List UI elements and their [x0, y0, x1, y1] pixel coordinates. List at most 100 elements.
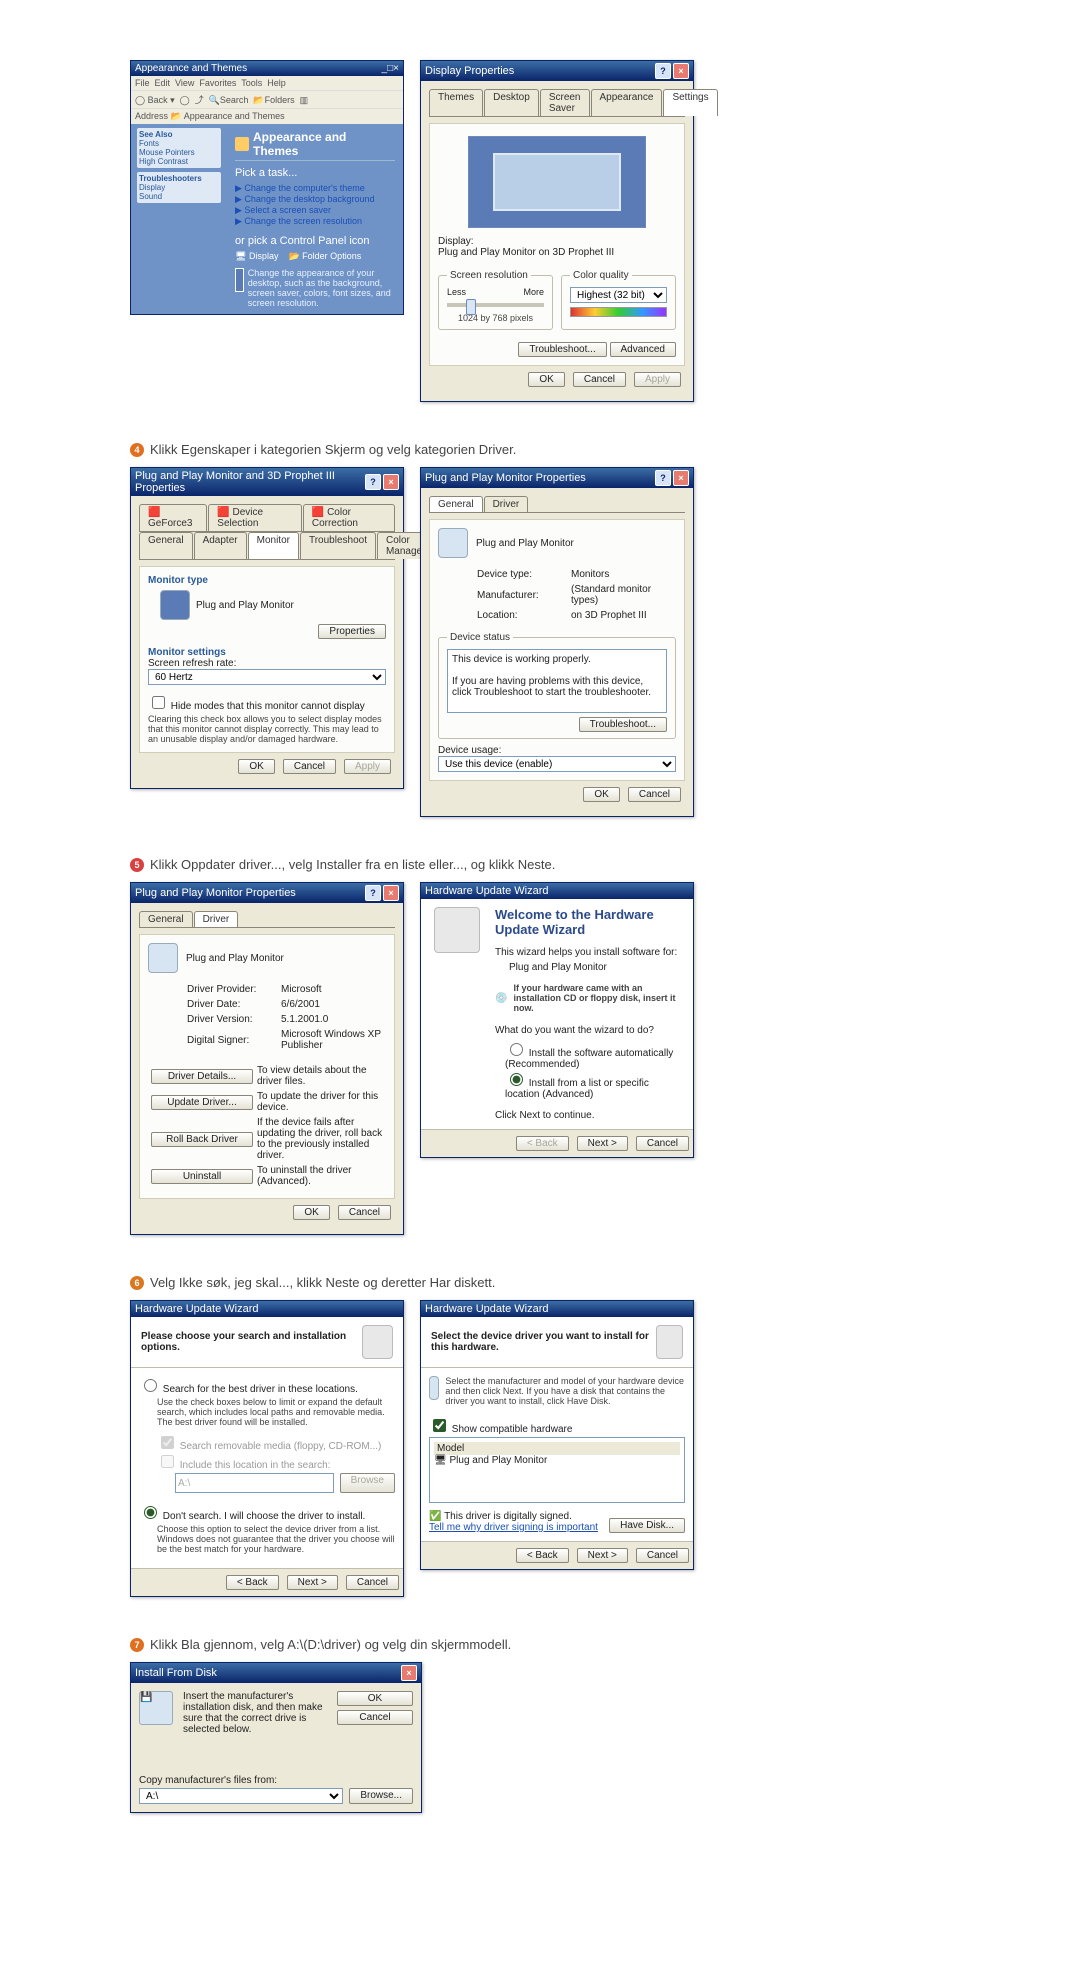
- update-driver-button[interactable]: Update Driver...: [151, 1095, 253, 1110]
- display-value: Plug and Play Monitor on 3D Prophet III: [438, 247, 676, 258]
- radio-search[interactable]: [144, 1379, 157, 1392]
- radio-dontsearch[interactable]: [144, 1506, 157, 1519]
- cp-display[interactable]: 🖥 Display: [235, 251, 278, 262]
- next-button[interactable]: Next >: [287, 1575, 338, 1590]
- uninstall-button[interactable]: Uninstall: [151, 1169, 253, 1184]
- show-compatible-checkbox[interactable]: [433, 1419, 446, 1432]
- ok-button[interactable]: OK: [337, 1691, 413, 1706]
- cancel-button[interactable]: Cancel: [337, 1710, 413, 1725]
- back-button[interactable]: < Back: [226, 1575, 279, 1590]
- next-button[interactable]: Next >: [577, 1136, 628, 1151]
- explorer-titlebar: Appearance and Themes _□×: [131, 61, 403, 76]
- resolution-slider[interactable]: [447, 303, 544, 307]
- color-quality-select[interactable]: Highest (32 bit): [570, 287, 667, 303]
- tab-themes[interactable]: Themes: [429, 89, 483, 116]
- tab-troubleshoot[interactable]: Troubleshoot: [300, 532, 376, 559]
- wiz2-head: Please choose your search and installati…: [141, 1331, 362, 1353]
- cancel-button[interactable]: Cancel: [636, 1136, 689, 1151]
- hardware-wizard-select: Hardware Update Wizard Select the device…: [420, 1300, 694, 1570]
- tab-adapter[interactable]: Adapter: [194, 532, 247, 559]
- cancel-button[interactable]: Cancel: [338, 1205, 391, 1220]
- troubleshoot-button[interactable]: Troubleshoot...: [518, 342, 606, 357]
- help-icon[interactable]: ?: [655, 470, 671, 486]
- close-icon[interactable]: ×: [673, 470, 689, 486]
- explorer-sidepane: See AlsoFontsMouse PointersHigh Contrast…: [131, 124, 227, 314]
- tab-geforce3[interactable]: 🟥 GeForce3: [139, 504, 207, 531]
- ok-button[interactable]: OK: [583, 787, 619, 802]
- tab-general[interactable]: General: [139, 532, 193, 559]
- tab-colorcorr[interactable]: 🟥 Color Correction: [303, 504, 395, 531]
- browse-button: Browse: [340, 1473, 395, 1493]
- wizard-cd-text: If your hardware came with an installati…: [513, 983, 685, 1013]
- cp-folder-options[interactable]: 📂 Folder Options: [288, 251, 361, 262]
- ok-button[interactable]: OK: [528, 372, 564, 387]
- copy-path-select[interactable]: A:\: [139, 1788, 343, 1804]
- back-button[interactable]: < Back: [516, 1548, 569, 1563]
- help-icon[interactable]: ?: [365, 885, 381, 901]
- chk-removable: [161, 1436, 174, 1449]
- monitorsettings-label: Monitor settings: [148, 647, 386, 658]
- cancel-button[interactable]: Cancel: [283, 759, 336, 774]
- monitor-icon: [160, 590, 190, 620]
- tab-general[interactable]: General: [139, 911, 193, 927]
- rollback-driver-button[interactable]: Roll Back Driver: [151, 1132, 253, 1147]
- tab-screensaver[interactable]: Screen Saver: [540, 89, 590, 116]
- cancel-button[interactable]: Cancel: [346, 1575, 399, 1590]
- ok-button[interactable]: OK: [238, 759, 274, 774]
- tab-devsel[interactable]: 🟥 Device Selection: [208, 504, 302, 531]
- close-icon[interactable]: ×: [383, 885, 399, 901]
- cancel-button[interactable]: Cancel: [636, 1548, 689, 1563]
- help-icon[interactable]: ?: [655, 63, 671, 79]
- model-item[interactable]: 🖥 Plug and Play Monitor: [434, 1455, 680, 1466]
- refresh-select[interactable]: 60 Hertz: [148, 669, 386, 685]
- slider-thumb[interactable]: [466, 299, 476, 315]
- hardware-wizard-welcome: Hardware Update Wizard Welcome to the Ha…: [420, 882, 694, 1158]
- task-background[interactable]: ▶ Change the desktop background: [235, 194, 395, 205]
- step5-bullet: 5: [130, 858, 144, 872]
- close-icon[interactable]: ×: [401, 1665, 417, 1681]
- tab-settings[interactable]: Settings: [663, 89, 717, 116]
- display-cp-icon[interactable]: [235, 268, 244, 292]
- task-theme[interactable]: ▶ Change the computer's theme: [235, 183, 395, 194]
- cancel-button[interactable]: Cancel: [573, 372, 626, 387]
- tab-appearance[interactable]: Appearance: [591, 89, 663, 116]
- apply-button[interactable]: Apply: [634, 372, 681, 387]
- tab-driver[interactable]: Driver: [484, 496, 529, 512]
- close-icon[interactable]: ×: [673, 63, 689, 79]
- close-icon[interactable]: ×: [383, 474, 399, 490]
- wizard-device: Plug and Play Monitor: [509, 962, 685, 973]
- hidemodes-label: Hide modes that this monitor cannot disp…: [171, 701, 365, 712]
- monitor-preview: [468, 136, 646, 228]
- next-button[interactable]: Next >: [577, 1548, 628, 1563]
- deviceusage-select[interactable]: Use this device (enable): [438, 756, 676, 772]
- advanced-button[interactable]: Advanced: [610, 342, 676, 357]
- tab-monitor[interactable]: Monitor: [248, 532, 299, 559]
- browse-button[interactable]: Browse...: [349, 1788, 413, 1804]
- radio-auto[interactable]: [510, 1043, 523, 1056]
- radio-dontsearch-text: Choose this option to select the device …: [157, 1524, 395, 1554]
- tab-general[interactable]: General: [429, 496, 483, 512]
- have-disk-button[interactable]: Have Disk...: [609, 1518, 685, 1533]
- step6-bullet: 6: [130, 1276, 144, 1290]
- disk-icon: 💾: [139, 1691, 173, 1725]
- model-list[interactable]: Model 🖥 Plug and Play Monitor: [429, 1437, 685, 1503]
- hardware-wizard-search: Hardware Update Wizard Please choose you…: [130, 1300, 404, 1597]
- radio-advanced[interactable]: [510, 1073, 523, 1086]
- task-resolution[interactable]: ▶ Change the screen resolution: [235, 216, 395, 227]
- display-tip: Change the appearance of your desktop, s…: [248, 268, 395, 308]
- apply-button[interactable]: Apply: [344, 759, 391, 774]
- help-icon[interactable]: ?: [365, 474, 381, 490]
- back-button[interactable]: < Back: [516, 1136, 569, 1151]
- ok-button[interactable]: OK: [293, 1205, 329, 1220]
- troubleshoot-button[interactable]: Troubleshoot...: [579, 717, 667, 732]
- tab-desktop[interactable]: Desktop: [484, 89, 539, 116]
- pnp-properties-general-window: Plug and Play Monitor Properties?× Gener…: [420, 467, 694, 817]
- cancel-button[interactable]: Cancel: [628, 787, 681, 802]
- properties-button[interactable]: Properties: [318, 624, 386, 639]
- tab-driver[interactable]: Driver: [194, 911, 239, 927]
- hidemodes-checkbox[interactable]: [152, 696, 165, 709]
- close-icon[interactable]: ×: [393, 63, 399, 74]
- driver-details-button[interactable]: Driver Details...: [151, 1069, 253, 1084]
- chk-location-label: Include this location in the search:: [180, 1460, 331, 1471]
- task-screensaver[interactable]: ▶ Select a screen saver: [235, 205, 395, 216]
